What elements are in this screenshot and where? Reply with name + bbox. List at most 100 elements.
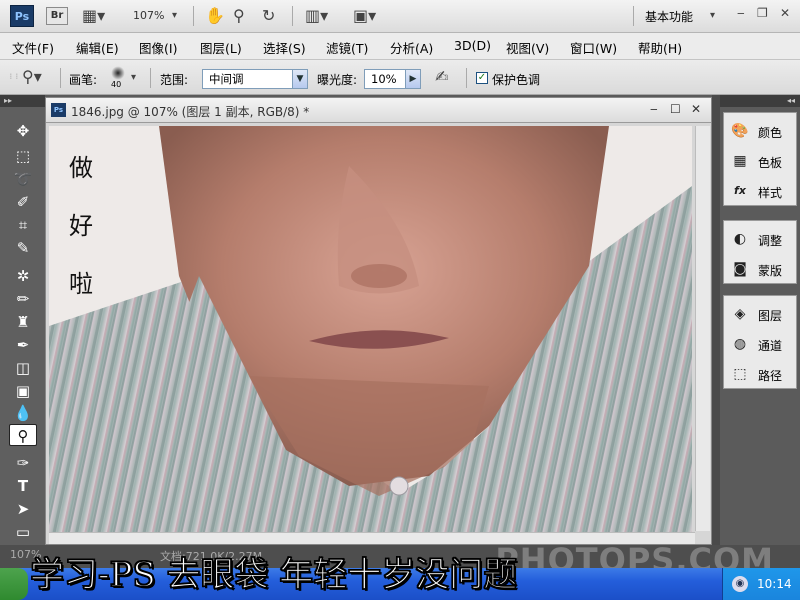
panel-channels-label: 通道 bbox=[758, 339, 783, 353]
zoom-dropdown-icon[interactable]: ▾ bbox=[172, 6, 177, 26]
menu-file[interactable]: 文件(F) bbox=[12, 38, 54, 57]
panel-adjustments[interactable]: ◐ 调整 bbox=[724, 225, 796, 253]
clone-stamp-tool-icon[interactable]: ♜ bbox=[9, 311, 37, 333]
tray-app-icon[interactable]: ◉ bbox=[732, 576, 748, 592]
shape-tool-icon[interactable]: ▭ bbox=[9, 521, 37, 543]
close-icon[interactable]: ✕ bbox=[780, 6, 790, 20]
film-strip-icon[interactable]: ▦▾ bbox=[82, 6, 105, 26]
panel-paths[interactable]: ⬚ 路径 bbox=[724, 360, 796, 388]
workspace-switcher[interactable]: 基本功能 bbox=[645, 8, 693, 25]
toolbox: ▸▸ ✥ ⬚ ➰ ✐ ⌗ ✎ ✲ ✏ ♜ ✒ ◫ ▣ 💧 ⚲ ✑ T ➤ ▭ bbox=[0, 95, 45, 545]
exposure-label: 曝光度: bbox=[317, 73, 358, 87]
menu-layer[interactable]: 图层(L) bbox=[200, 38, 242, 57]
menu-select[interactable]: 选择(S) bbox=[263, 38, 306, 57]
move-tool-icon[interactable]: ✥ bbox=[9, 120, 37, 142]
hand-tool-icon[interactable]: ✋ bbox=[205, 6, 225, 26]
menu-3d[interactable]: 3D(D) bbox=[454, 38, 491, 53]
sponge-tool-icon[interactable]: ⚲ bbox=[9, 424, 37, 446]
brush-label: 画笔: bbox=[69, 73, 98, 87]
eraser-tool-icon[interactable]: ◫ bbox=[9, 357, 37, 379]
sponge-tool-preset-icon[interactable]: ⚲▾ bbox=[22, 67, 42, 87]
type-tool-icon[interactable]: T bbox=[9, 475, 37, 497]
panel-adjustments-label: 调整 bbox=[758, 234, 783, 248]
panel-styles[interactable]: fx 样式 bbox=[724, 177, 796, 205]
separator bbox=[150, 68, 151, 88]
application-bar: Ps Br ▦▾ 107% ▾ ✋ ⚲ ↻ ▥▾ ▣▾ 基本功能 ▾ ‒ ❐ ✕ bbox=[0, 0, 800, 33]
separator bbox=[60, 68, 61, 88]
brush-dropdown-icon[interactable]: ▾ bbox=[131, 68, 136, 88]
airbrush-icon[interactable]: ✍ bbox=[435, 67, 448, 87]
gradient-tool-icon[interactable]: ▣ bbox=[9, 380, 37, 402]
panel-dock-strip bbox=[712, 95, 720, 545]
menu-window[interactable]: 窗口(W) bbox=[570, 38, 617, 57]
eyedropper-tool-icon[interactable]: ✎ bbox=[9, 237, 37, 259]
toolbox-collapse-icon[interactable]: ▸▸ bbox=[0, 95, 45, 107]
menu-image[interactable]: 图像(I) bbox=[139, 38, 177, 57]
quick-selection-tool-icon[interactable]: ✐ bbox=[9, 191, 37, 213]
photoshop-logo[interactable]: Ps bbox=[10, 5, 34, 27]
menu-help[interactable]: 帮助(H) bbox=[638, 38, 682, 57]
zoom-level[interactable]: 107% bbox=[133, 9, 164, 22]
vertical-scrollbar[interactable] bbox=[695, 126, 710, 531]
panel-swatches[interactable]: ▦ 色板 bbox=[724, 147, 796, 175]
panel-color[interactable]: 🎨 颜色 bbox=[724, 117, 796, 145]
document-maximize-icon[interactable]: ☐ bbox=[670, 102, 681, 116]
separator bbox=[292, 6, 293, 26]
rotate-view-icon[interactable]: ↻ bbox=[262, 6, 275, 26]
panel-masks[interactable]: ◙ 蒙版 bbox=[724, 255, 796, 283]
range-select[interactable]: 中间调 ▼ bbox=[202, 69, 308, 89]
separator bbox=[193, 6, 194, 26]
panel-group-layers: ◈ 图层 ◍ 通道 ⬚ 路径 bbox=[723, 295, 797, 389]
pen-tool-icon[interactable]: ✑ bbox=[9, 452, 37, 474]
zoom-tool-icon[interactable]: ⚲ bbox=[233, 6, 245, 26]
separator bbox=[466, 68, 467, 88]
panel-paths-label: 路径 bbox=[758, 369, 783, 383]
adjustments-icon: ◐ bbox=[733, 231, 747, 247]
chevron-right-icon: ▶ bbox=[405, 70, 420, 88]
start-button[interactable] bbox=[0, 568, 28, 600]
panel-styles-label: 样式 bbox=[758, 186, 783, 200]
menu-view[interactable]: 视图(V) bbox=[506, 38, 549, 57]
restore-icon[interactable]: ❐ bbox=[757, 6, 768, 20]
options-bar: ⋮⋮ ⚲▾ 画笔: 40 ▾ 范围: 中间调 ▼ 曝光度: 10% ▶ ✍ ✓ … bbox=[0, 60, 800, 95]
portrait-photo bbox=[49, 126, 692, 544]
exposure-value: 10% bbox=[371, 72, 397, 86]
taskbar-clock[interactable]: 10:14 bbox=[757, 577, 792, 591]
panel-group-adjust: ◐ 调整 ◙ 蒙版 bbox=[723, 220, 797, 284]
arrange-documents-icon[interactable]: ▥▾ bbox=[305, 6, 328, 26]
history-brush-tool-icon[interactable]: ✒ bbox=[9, 334, 37, 356]
panel-masks-label: 蒙版 bbox=[758, 264, 783, 278]
blur-tool-icon[interactable]: 💧 bbox=[9, 402, 37, 424]
paths-icon: ⬚ bbox=[733, 366, 747, 382]
screen-mode-icon[interactable]: ▣▾ bbox=[353, 6, 376, 26]
marquee-tool-icon[interactable]: ⬚ bbox=[9, 145, 37, 167]
menu-filter[interactable]: 滤镜(T) bbox=[326, 38, 368, 57]
protect-tones-label: 保护色调 bbox=[492, 73, 541, 87]
image-canvas[interactable]: 做 好 啦 bbox=[49, 126, 692, 544]
lasso-tool-icon[interactable]: ➰ bbox=[9, 168, 37, 190]
healing-brush-tool-icon[interactable]: ✲ bbox=[9, 265, 37, 287]
document-tab[interactable]: Ps 1846.jpg @ 107% (图层 1 副本, RGB/8) * ‒ … bbox=[46, 98, 711, 123]
protect-tones-checkbox[interactable]: ✓ bbox=[476, 72, 488, 84]
workspace-dropdown-icon[interactable]: ▾ bbox=[710, 6, 715, 26]
document-minimize-icon[interactable]: ‒ bbox=[650, 102, 658, 116]
menu-analysis[interactable]: 分析(A) bbox=[390, 38, 433, 57]
panel-layers[interactable]: ◈ 图层 bbox=[724, 300, 796, 328]
crop-tool-icon[interactable]: ⌗ bbox=[9, 214, 37, 236]
range-label: 范围: bbox=[160, 73, 189, 87]
grip-icon: ⋮⋮ bbox=[8, 73, 20, 80]
menu-edit[interactable]: 编辑(E) bbox=[76, 38, 119, 57]
panel-collapse-icon[interactable]: ◂◂ bbox=[720, 95, 800, 107]
brush-tool-icon[interactable]: ✏ bbox=[9, 288, 37, 310]
panel-channels[interactable]: ◍ 通道 bbox=[724, 330, 796, 358]
document-close-icon[interactable]: ✕ bbox=[691, 102, 701, 116]
path-selection-tool-icon[interactable]: ➤ bbox=[9, 498, 37, 520]
range-value: 中间调 bbox=[209, 72, 244, 86]
exposure-input[interactable]: 10% ▶ bbox=[364, 69, 421, 89]
panel-color-label: 颜色 bbox=[758, 126, 783, 140]
brush-preview-icon[interactable] bbox=[110, 65, 126, 81]
panel-dock: ◂◂ 🎨 颜色 ▦ 色板 fx 样式 ◐ 调整 ◙ 蒙版 ◈ 图层 ◍ 通道 ⬚… bbox=[720, 95, 800, 545]
bridge-button[interactable]: Br bbox=[46, 7, 68, 25]
minimize-icon[interactable]: ‒ bbox=[737, 6, 745, 20]
fx-icon: fx bbox=[734, 184, 746, 197]
